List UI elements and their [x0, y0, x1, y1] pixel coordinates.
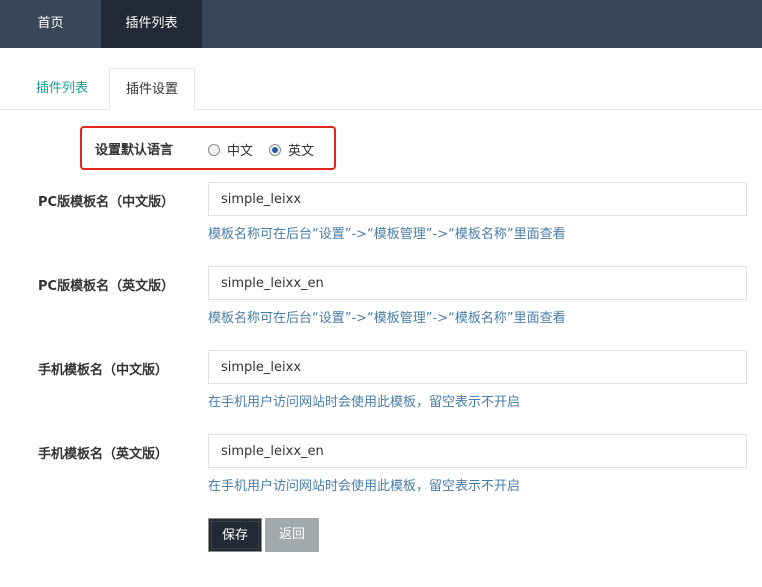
default-language-setting: 设置默认语言 中文 英文 — [80, 126, 336, 170]
back-button[interactable]: 返回 — [265, 518, 319, 552]
mobile-en-template-label: 手机模板名（英文版） — [38, 447, 169, 462]
radio-chinese[interactable]: 中文 — [208, 140, 253, 159]
mobile-zh-template-input[interactable] — [208, 350, 747, 384]
mobile-en-template-input[interactable] — [208, 434, 747, 468]
tab-plugin-list[interactable]: 插件列表 — [20, 68, 104, 110]
mobile-en-template-help: 在手机用户访问网站时会使用此模板，留空表示不开启 — [208, 479, 521, 494]
pc-en-template-input[interactable] — [208, 266, 747, 300]
radio-checked-icon[interactable] — [269, 143, 281, 156]
radio-unchecked-icon[interactable] — [208, 143, 220, 156]
radio-chinese-label: 中文 — [227, 144, 254, 159]
mobile-zh-template-label: 手机模板名（中文版） — [38, 363, 169, 378]
save-button[interactable]: 保存 — [208, 518, 262, 552]
default-language-label: 设置默认语言 — [95, 143, 174, 158]
tab-bar: 插件列表 插件设置 — [0, 68, 762, 111]
pc-en-template-help: 模板名称可在后台“设置”->“模板管理”->“模板名称”里面查看 — [208, 311, 566, 326]
radio-english[interactable]: 英文 — [269, 140, 314, 159]
nav-item-home[interactable]: 首页 — [0, 0, 101, 48]
mobile-zh-template-help: 在手机用户访问网站时会使用此模板，留空表示不开启 — [208, 395, 521, 410]
tab-plugin-settings[interactable]: 插件设置 — [109, 68, 195, 111]
pc-zh-template-label: PC版模板名（中文版） — [38, 195, 175, 210]
top-navbar: 首页 插件列表 — [0, 0, 762, 48]
pc-zh-template-help: 模板名称可在后台“设置”->“模板管理”->“模板名称”里面查看 — [208, 227, 566, 242]
nav-item-plugin-list[interactable]: 插件列表 — [101, 0, 202, 48]
pc-zh-template-input[interactable] — [208, 182, 747, 216]
pc-en-template-label: PC版模板名（英文版） — [38, 279, 175, 294]
radio-english-label: 英文 — [288, 144, 315, 159]
top-nav: 首页 插件列表 — [0, 0, 762, 48]
